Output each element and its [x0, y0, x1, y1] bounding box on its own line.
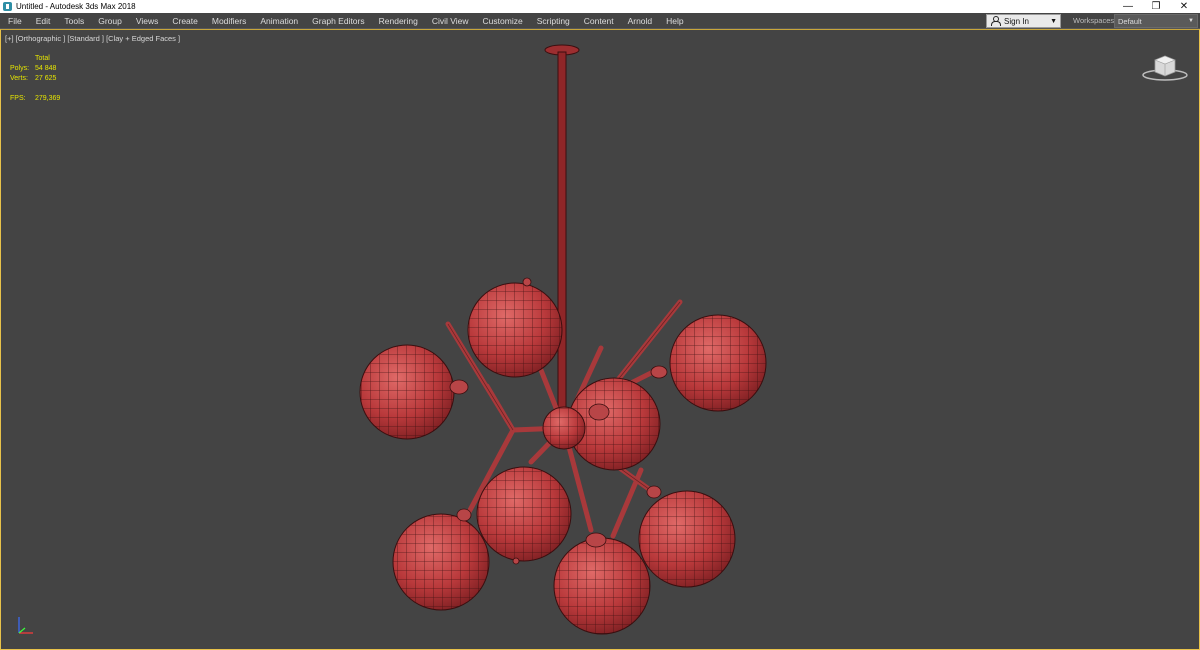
workspace-select[interactable]: Default ▼	[1114, 14, 1198, 28]
menu-file[interactable]: File	[0, 13, 29, 29]
globe-bottom-center	[553, 537, 651, 635]
minimize-button[interactable]: —	[1115, 0, 1141, 13]
chandelier-model[interactable]	[1, 30, 1199, 650]
menu-content[interactable]: Content	[577, 13, 621, 29]
user-icon	[990, 16, 1001, 26]
menu-scripting[interactable]: Scripting	[530, 13, 577, 29]
menu-animation[interactable]: Animation	[253, 13, 305, 29]
globe-bottom-left	[392, 513, 490, 611]
sign-in-label: Sign In	[1004, 16, 1029, 26]
menu-edit[interactable]: Edit	[29, 13, 58, 29]
center-hub	[542, 406, 586, 450]
globe-left	[359, 344, 455, 440]
axis-tripod-icon	[18, 617, 33, 634]
restore-button[interactable]: ❐	[1143, 0, 1169, 13]
workspace-value: Default	[1118, 16, 1142, 26]
workspaces-label: Workspaces:	[1073, 16, 1117, 25]
menu-create[interactable]: Create	[165, 13, 205, 29]
chevron-down-icon: ▼	[1050, 17, 1057, 25]
menu-rendering[interactable]: Rendering	[372, 13, 425, 29]
menu-tools[interactable]: Tools	[57, 13, 91, 29]
menu-customize[interactable]: Customize	[476, 13, 530, 29]
menu-arnold[interactable]: Arnold	[621, 13, 660, 29]
globe-lower-right	[638, 490, 736, 588]
globe-lower-center	[476, 466, 572, 562]
app-logo-icon	[3, 2, 12, 11]
close-button[interactable]: ✕	[1171, 0, 1197, 13]
menu-modifiers[interactable]: Modifiers	[205, 13, 253, 29]
globe-top-left	[467, 282, 563, 378]
sign-in-dropdown[interactable]: Sign In ▼	[986, 14, 1061, 28]
perspective-viewport[interactable]: [+] [Orthographic ] [Standard ] [Clay + …	[0, 29, 1200, 650]
title-bar: Untitled - Autodesk 3ds Max 2018 — ❐ ✕	[0, 0, 1200, 13]
menu-civil-view[interactable]: Civil View	[425, 13, 476, 29]
globe-right	[669, 314, 767, 412]
menu-graph-editors[interactable]: Graph Editors	[305, 13, 371, 29]
menu-help[interactable]: Help	[659, 13, 690, 29]
menu-views[interactable]: Views	[129, 13, 166, 29]
chevron-down-icon: ▼	[1188, 18, 1194, 24]
menu-group[interactable]: Group	[91, 13, 129, 29]
window-title: Untitled - Autodesk 3ds Max 2018	[16, 2, 136, 11]
